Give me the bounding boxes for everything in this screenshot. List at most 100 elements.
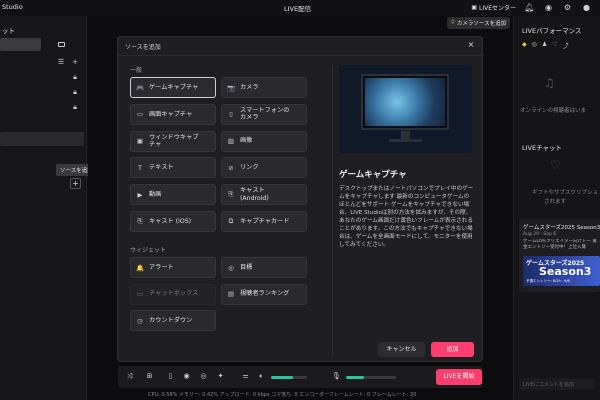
close-icon[interactable]: × [466, 40, 476, 50]
source-button-label: アラート [149, 263, 174, 271]
lock-icon[interactable]: 🔒︎ [70, 73, 80, 83]
source-button-label: チャットボックス [149, 290, 199, 298]
dialog-title: ソースを追加 [125, 44, 161, 51]
source-button[interactable]: ▤ 視聴者ランキング [221, 283, 307, 305]
source-button-label: テキスト [149, 164, 174, 172]
monitor-base [389, 139, 422, 142]
source-preview-image [339, 65, 472, 153]
tab-portrait[interactable] [41, 38, 82, 51]
speaker-icon[interactable]: 🔈︎ [256, 371, 267, 382]
mic-icon[interactable]: 🎙︎ [331, 371, 342, 382]
source-button[interactable]: ▯ スマートフォンの カメラ [221, 103, 307, 125]
capture-card-icon: ⧉ [228, 217, 234, 225]
add-camera-source-chip[interactable]: 💡︎ カメラソースを追加 [447, 17, 511, 29]
chat-input[interactable]: LIVEにコメントを追加 [519, 378, 595, 390]
right-panel: LIVEパフォーマンス ◆ ◎ ♟ ♡ ⤴ ♫ オンラインの視聴者はいま LIV… [513, 16, 600, 400]
left-panel-title: ット [2, 27, 15, 35]
gamepad-icon: 🎮 [136, 83, 145, 92]
scene-item-selected[interactable] [0, 132, 84, 146]
event-banner[interactable]: ゲームスターズ2025 Season3 予選エントリー: 8/29 - 9/6 [523, 256, 600, 286]
source-button-label: リンク [240, 164, 259, 172]
title-bar: Studio LIVE配信 ▣ LIVEセンター 🔔︎ ◉ ⚙ ● [0, 0, 600, 16]
source-button[interactable]: 📷 カメラ [221, 77, 307, 98]
record-stop-icon[interactable]: ◎ [198, 371, 209, 382]
lock-icon[interactable]: 🔒︎ [70, 103, 80, 113]
live-center-button[interactable]: ▣ LIVEセンター [471, 3, 516, 12]
effects-icon[interactable]: ✦ [215, 371, 226, 382]
source-button-label: キャスト (Android) [240, 187, 269, 202]
source-button[interactable]: ⎘ キャスト (iOS) [130, 211, 216, 232]
source-button[interactable]: ⊘ リンク [221, 157, 307, 179]
avatar[interactable]: ● [581, 2, 592, 13]
event-card[interactable]: ゲームスターズ2025 Season3 Aug 29 - Sep 6 ゲームLI… [519, 218, 600, 292]
source-button-label: 目標 [240, 263, 253, 271]
source-button-label: 画像 [240, 137, 253, 145]
go-live-button[interactable]: LIVEを開始 [436, 369, 482, 385]
phone-icon[interactable]: ▯ [165, 371, 176, 382]
source-button-label: ウィンドウキャプ チャ [149, 133, 199, 149]
mixer-icon[interactable]: ⚌ [240, 371, 251, 382]
live-center-label: LIVEセンター [478, 5, 516, 12]
transition-icon[interactable]: ⤨ [124, 371, 135, 382]
source-button[interactable]: ▨ 画像 [221, 130, 307, 152]
source-button[interactable]: ◷ カウントダウン [130, 310, 216, 331]
source-button[interactable]: ⧉ キャプチャカード [221, 211, 307, 232]
chat-empty-line1: ギフトやサブスクリプショ [532, 190, 599, 196]
source-button[interactable]: ◎ 目標 [221, 257, 307, 278]
add-button[interactable]: 追加 [431, 342, 474, 357]
lightbulb-icon: 💡︎ [451, 19, 455, 26]
source-button[interactable]: ▭ 画面キャプチャ [130, 103, 216, 125]
source-button[interactable]: T テキスト [130, 157, 216, 179]
scene-tabs [0, 38, 82, 51]
add-source-button[interactable]: + [70, 178, 81, 189]
empty-chat-icon: ♡ [550, 158, 561, 172]
chat-title: LIVEチャット [522, 144, 563, 152]
monitor-illustration [361, 74, 449, 130]
share-icon: ⤴ [562, 43, 569, 50]
countdown-icon: ◷ [137, 316, 143, 325]
desktop-audio-slider[interactable] [271, 376, 307, 379]
monitor-stand [401, 131, 410, 139]
notification-icon[interactable]: ◉ [543, 2, 554, 13]
source-button-label: 動画 [149, 190, 162, 198]
mic-audio-slider[interactable] [346, 376, 396, 379]
source-button[interactable]: 🔔 アラート [130, 257, 216, 278]
event-card-title: ゲームスターズ2025 Season3 [523, 225, 600, 231]
layout-icon[interactable]: ⊞ [144, 371, 155, 382]
camera-icon: 📷 [227, 83, 236, 92]
bell-icon[interactable]: 🔔︎ [524, 2, 535, 13]
tab-landscape[interactable] [0, 38, 41, 51]
source-button-label: カウントダウン [149, 316, 193, 324]
app-name: Studio [2, 3, 23, 11]
chat-empty-line2: されます [544, 199, 567, 205]
source-button[interactable]: 🎮 ゲームキャプチャ [130, 77, 216, 98]
source-button[interactable]: ▶ 動画 [130, 184, 216, 206]
performance-title: LIVEパフォーマンス [522, 27, 582, 35]
mic-audio-level [346, 376, 364, 379]
add-camera-source-label: カメラソースを追加 [456, 21, 507, 27]
smartphone-icon: ▯ [229, 110, 233, 119]
event-banner-line2: Season3 [539, 265, 592, 278]
window-icon: ▣ [136, 137, 144, 146]
list-icon[interactable]: ☰ [56, 58, 66, 68]
desktop-audio-level [271, 376, 294, 379]
alert-icon: 🔔 [136, 263, 145, 272]
add-source-dialog: ソースを追加 × 一般 ウィジェット ゲームキャプチャ デスクトップまたはノート… [117, 36, 484, 362]
source-button[interactable]: ⎘ キャスト (Android) [221, 184, 307, 206]
add-scene-icon[interactable]: + [70, 58, 80, 68]
dialog-column-divider [332, 65, 333, 355]
section-widget-label: ウィジェット [130, 247, 167, 254]
link-icon: ⊘ [228, 163, 234, 172]
lock-icon[interactable]: 🔒︎ [70, 88, 80, 98]
source-button[interactable]: ▭ チャットボックス [130, 283, 216, 305]
cancel-button[interactable]: キャンセル [378, 342, 425, 357]
record-icon[interactable]: ◉ [181, 371, 192, 382]
event-card-text: ゲームLIVEクリエイター向けトー 賞金エントリー受付中！上位入賞 [523, 239, 597, 250]
diamond-icon: ◆ [522, 41, 527, 48]
source-button[interactable]: ▣ ウィンドウキャプ チャ [130, 130, 216, 152]
chatbox-icon: ▭ [136, 290, 144, 298]
gear-icon[interactable]: ⚙ [562, 2, 573, 13]
bottom-toolbar: ⤨ ⊞ ▯ ◉ ◎ ✦ ⚌ 🔈︎ 🎙︎ [118, 366, 483, 388]
source-button-label: 画面キャプチャ [149, 110, 193, 118]
empty-viewers-icon: ♫ [544, 76, 555, 90]
